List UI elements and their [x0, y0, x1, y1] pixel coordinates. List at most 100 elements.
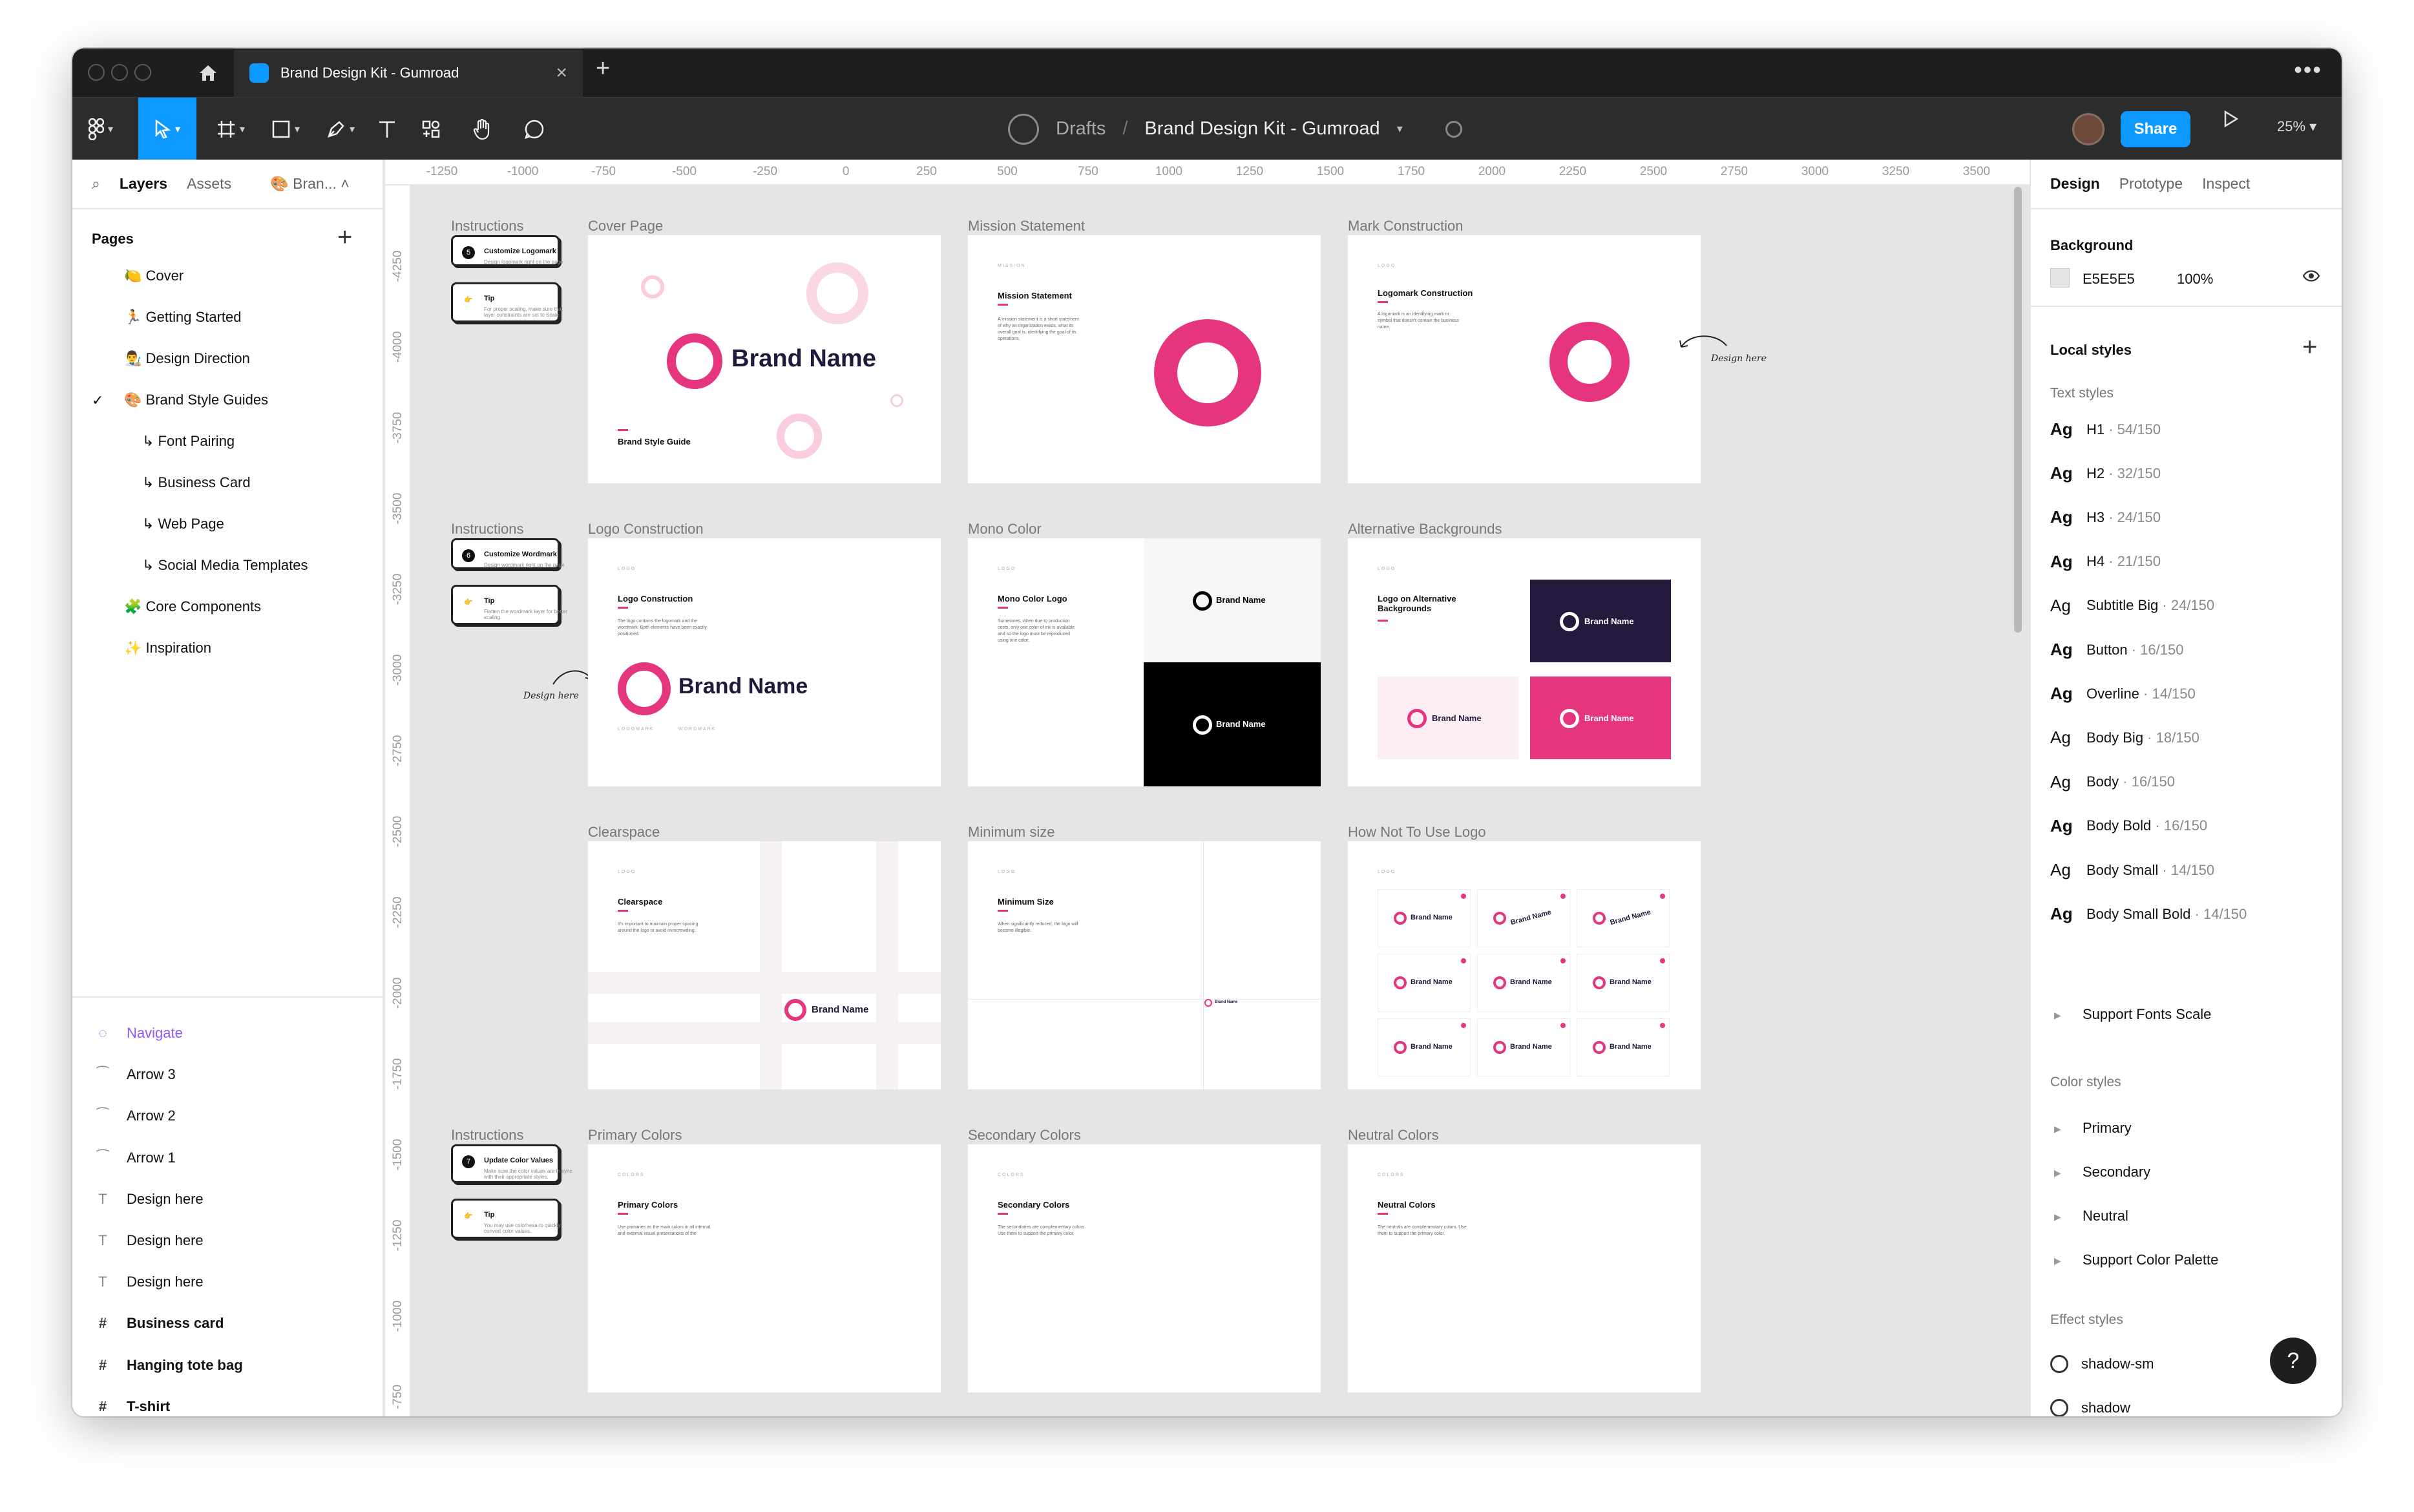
text-style-item[interactable]: Ag Body Big · 18/150 — [2050, 728, 2199, 748]
frame-label-how-not[interactable]: How Not To Use Logo — [1348, 824, 1486, 841]
move-tool-button[interactable]: ▾ — [138, 98, 196, 160]
layer-row[interactable]: ⁀ Arrow 2 — [92, 1103, 176, 1129]
frame-label-logo-construction[interactable]: Logo Construction — [588, 521, 704, 538]
layer-row[interactable]: T Design here — [92, 1186, 203, 1212]
shape-tool-button[interactable]: ▾ — [263, 98, 308, 160]
frame-label-clearspace[interactable]: Clearspace — [588, 824, 660, 841]
main-menu-button[interactable]: ▾ — [81, 98, 120, 160]
color-style-group[interactable]: Neutral — [2083, 1208, 2128, 1224]
frame-label-secondary[interactable]: Secondary Colors — [968, 1127, 1081, 1144]
frame-label-primary[interactable]: Primary Colors — [588, 1127, 682, 1144]
window-zoom-dot[interactable] — [134, 64, 151, 81]
window-close-dot[interactable] — [88, 64, 105, 81]
page-item[interactable]: 🍋 Cover — [124, 263, 184, 289]
page-item[interactable]: 🏃 Getting Started — [124, 304, 241, 330]
instruction-card-customize-wordmark[interactable]: 6 Customize Wordmark Design wordmark rig… — [451, 538, 565, 569]
text-style-item[interactable]: Ag Subtitle Big · 24/150 — [2050, 596, 2214, 616]
layer-row[interactable]: # Business card — [92, 1310, 224, 1337]
search-icon[interactable]: ⌕ — [92, 175, 100, 193]
caret-right-icon[interactable]: ▶ — [2054, 1168, 2061, 1179]
frame-mission-statement[interactable]: MISSION Mission Statement A mission stat… — [968, 235, 1321, 483]
frame-label-mission[interactable]: Mission Statement — [968, 218, 1085, 235]
frame-alternative-backgrounds[interactable]: LOGO Logo on Alternative Backgrounds Bra… — [1348, 538, 1701, 786]
eye-icon[interactable] — [2302, 269, 2320, 286]
user-avatar[interactable] — [2072, 113, 2104, 145]
page-item[interactable]: ↳ Font Pairing — [142, 428, 235, 454]
text-style-item[interactable]: Ag Body Small · 14/150 — [2050, 860, 2214, 880]
layer-row[interactable]: ⁀ Arrow 1 — [92, 1145, 176, 1171]
layer-row[interactable]: T Design here — [92, 1228, 203, 1254]
color-style-group[interactable]: Secondary — [2083, 1164, 2150, 1181]
frame-minimum-size[interactable]: LOGO Minimum Size When significantly red… — [968, 841, 1321, 1089]
layer-row[interactable]: ⁀ Arrow 3 — [92, 1062, 176, 1087]
comment-tool-icon[interactable] — [518, 98, 551, 160]
tab-layers[interactable]: Layers — [120, 175, 167, 193]
help-button[interactable]: ? — [2270, 1338, 2316, 1384]
frame-clearspace[interactable]: LOGO Clearspace It's important to mainta… — [588, 841, 941, 1089]
tip-card[interactable]: 👉 Tip For proper scaling, make sure that… — [451, 282, 563, 322]
frame-tool-button[interactable]: ▾ — [208, 98, 253, 160]
caret-right-icon[interactable]: ▶ — [2054, 1124, 2061, 1135]
frame-logo-construction[interactable]: LOGO Logo Construction The logo contains… — [588, 538, 941, 786]
frame-label-instructions[interactable]: Instructions — [451, 1127, 524, 1144]
text-style-item[interactable]: Ag Body · 16/150 — [2050, 772, 2175, 792]
tip-card[interactable]: 👉 Tip You may use colorhexa to quickly c… — [451, 1199, 560, 1239]
page-item[interactable]: ↳ Web Page — [142, 511, 224, 537]
team-avatar-icon[interactable] — [1008, 113, 1039, 145]
frame-label-alt-backgrounds[interactable]: Alternative Backgrounds — [1348, 521, 1502, 538]
frame-label-cover[interactable]: Cover Page — [588, 218, 663, 235]
share-button[interactable]: Share — [2121, 111, 2190, 147]
page-item[interactable]: ↳ Business Card — [142, 470, 251, 496]
design-canvas[interactable]: Instructions 5 Customize Logomark Design… — [412, 187, 2028, 1416]
tab-inspect[interactable]: Inspect — [2202, 175, 2250, 193]
text-style-item[interactable]: Ag H4 · 21/150 — [2050, 552, 2161, 572]
present-play-icon[interactable] — [2223, 109, 2240, 134]
close-tab-icon[interactable]: × — [556, 62, 567, 84]
globe-icon[interactable] — [1445, 120, 1462, 138]
frame-mono-color[interactable]: LOGO Mono Color Logo Sometimes, when due… — [968, 538, 1321, 786]
effect-style-item[interactable]: shadow — [2050, 1399, 2130, 1416]
frame-secondary-colors[interactable]: COLORS Secondary Colors The secondaries … — [968, 1144, 1321, 1392]
text-style-item[interactable]: Ag H2 · 32/150 — [2050, 463, 2161, 483]
layer-row[interactable]: # T-shirt — [92, 1393, 171, 1416]
frame-label-neutral[interactable]: Neutral Colors — [1348, 1127, 1439, 1144]
frame-label-min-size[interactable]: Minimum size — [968, 824, 1055, 841]
frame-label-mono[interactable]: Mono Color — [968, 521, 1042, 538]
tab-assets[interactable]: Assets — [187, 175, 231, 193]
page-item[interactable]: 🧩 Core Components — [124, 594, 261, 620]
text-style-item[interactable]: Ag Button · 16/150 — [2050, 640, 2183, 660]
add-page-button[interactable]: + — [337, 223, 352, 252]
text-tool-button[interactable] — [371, 98, 403, 160]
frame-how-not-to-use-logo[interactable]: LOGO Brand Name Brand Name Brand Name Brand… — [1348, 841, 1701, 1089]
crumb-drafts[interactable]: Drafts — [1056, 118, 1106, 140]
page-switcher[interactable]: 🎨 Bran... ˄ — [270, 175, 350, 193]
instruction-card-customize-logomark[interactable]: 5 Customize Logomark Design logomark rig… — [451, 235, 563, 266]
new-tab-button[interactable]: + — [596, 55, 610, 83]
text-style-item[interactable]: Ag Overline · 14/150 — [2050, 684, 2196, 704]
caret-right-icon[interactable]: ▶ — [2054, 1010, 2061, 1021]
text-style-item[interactable]: Ag H3 · 24/150 — [2050, 507, 2161, 527]
more-menu-icon[interactable]: ••• — [2294, 56, 2322, 83]
background-opacity[interactable]: 100% — [2177, 271, 2213, 288]
layer-row[interactable]: ◌ Navigate — [92, 1020, 182, 1046]
frame-label-instructions[interactable]: Instructions — [451, 218, 524, 235]
color-style-group[interactable]: Support Color Palette — [2083, 1252, 2218, 1268]
page-item[interactable]: 🎨 Brand Style Guides — [124, 387, 268, 413]
style-group-support-fonts[interactable]: Support Fonts Scale — [2083, 1006, 2211, 1023]
background-hex[interactable]: E5E5E5 — [2083, 271, 2135, 288]
zoom-dropdown[interactable]: 25% ▾ — [2277, 118, 2316, 135]
home-icon[interactable] — [189, 60, 227, 86]
file-name[interactable]: Brand Design Kit - Gumroad — [1144, 118, 1380, 140]
window-minimize-dot[interactable] — [111, 64, 128, 81]
file-tab[interactable]: Brand Design Kit - Gumroad × — [234, 48, 583, 97]
frame-mark-construction[interactable]: LOGO Logomark Construction A logomark is… — [1348, 235, 1701, 483]
layer-row[interactable]: # Hanging tote bag — [92, 1352, 243, 1378]
frame-cover-page[interactable]: Brand Name Brand Style Guide — [588, 235, 941, 483]
effect-style-item[interactable]: shadow-sm — [2050, 1355, 2154, 1373]
page-item[interactable]: ↳ Social Media Templates — [142, 552, 308, 578]
chevron-down-icon[interactable]: ▾ — [1397, 122, 1403, 136]
frame-primary-colors[interactable]: COLORS Primary Colors Use primaries as t… — [588, 1144, 941, 1392]
background-color-swatch[interactable] — [2050, 268, 2070, 288]
page-item[interactable]: ✨ Inspiration — [124, 635, 211, 661]
color-style-group[interactable]: Primary — [2083, 1120, 2132, 1137]
